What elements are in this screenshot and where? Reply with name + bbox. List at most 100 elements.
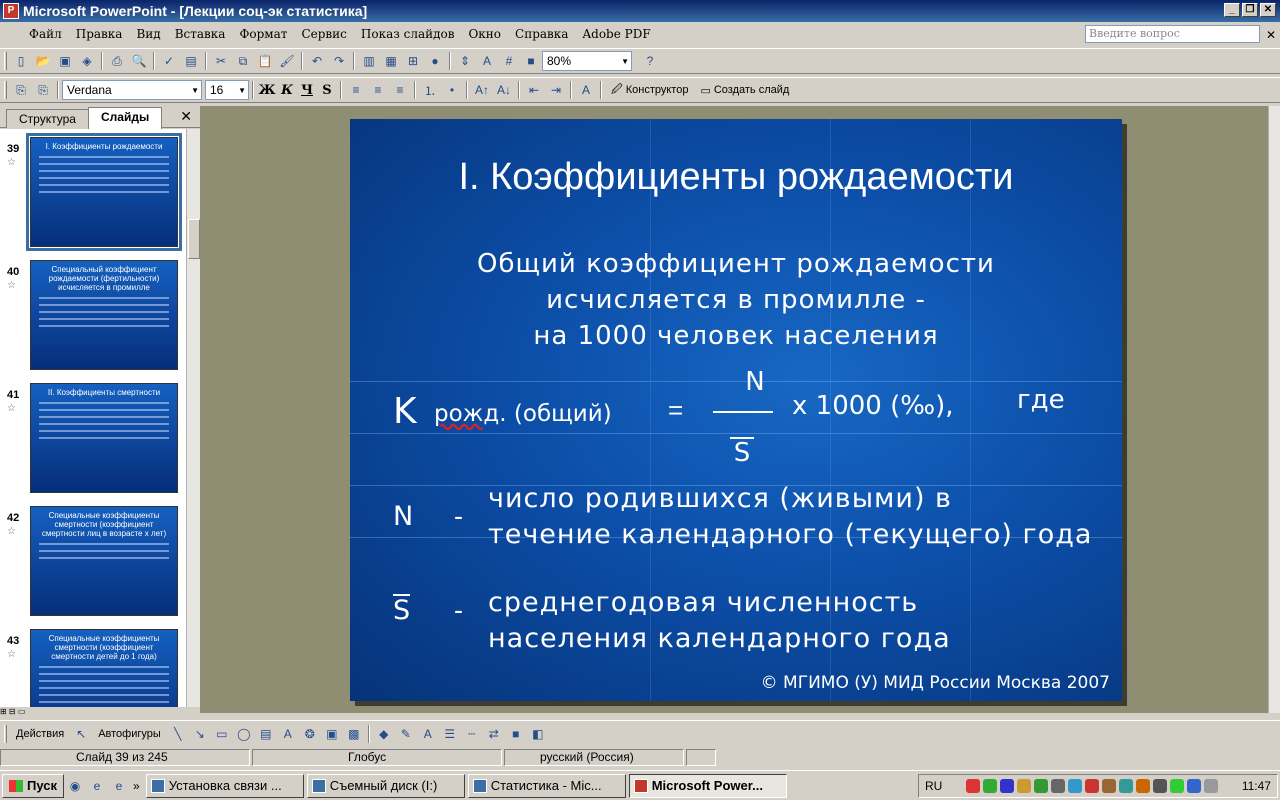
select-pointer-icon[interactable]: ↖ xyxy=(71,724,91,744)
paste-icon[interactable]: 📋 xyxy=(255,51,275,71)
shadow-button[interactable]: S xyxy=(317,83,337,98)
thumbnails-scrollbar[interactable] xyxy=(186,129,200,707)
bold-button[interactable]: Ж xyxy=(257,83,277,98)
actions-menu[interactable]: Действия xyxy=(10,728,70,740)
show-formatting-icon[interactable]: A xyxy=(477,51,497,71)
increase-font-icon[interactable]: A↑ xyxy=(472,80,492,100)
align-right-icon[interactable]: ≡ xyxy=(390,80,410,100)
decrease-font-icon[interactable]: A↓ xyxy=(494,80,514,100)
tab-outline[interactable]: Структура xyxy=(6,109,89,128)
autoshapes-menu[interactable]: Автофигуры xyxy=(92,728,167,740)
line-style-icon[interactable]: ☰ xyxy=(440,724,460,744)
show-grid-icon[interactable]: # xyxy=(499,51,519,71)
print-preview-icon[interactable]: 🔍 xyxy=(129,51,149,71)
line-color-icon[interactable]: ✎ xyxy=(396,724,416,744)
menu-insert[interactable]: Вставка xyxy=(168,27,233,41)
minimize-button[interactable]: _ xyxy=(1224,3,1240,17)
rectangle-icon[interactable]: ▭ xyxy=(212,724,232,744)
menu-format[interactable]: Формат xyxy=(232,27,294,41)
font-color-icon[interactable]: A xyxy=(576,80,596,100)
menu-adobe-pdf[interactable]: Adobe PDF xyxy=(575,27,657,41)
permission-icon[interactable]: ◈ xyxy=(77,51,97,71)
insert-picture-icon[interactable]: ● xyxy=(425,51,445,71)
menu-view[interactable]: Вид xyxy=(129,27,167,41)
tab-slides[interactable]: Слайды xyxy=(88,107,163,129)
italic-button[interactable]: К xyxy=(277,83,297,98)
slide-title[interactable]: I. Коэффициенты рождаемости xyxy=(350,156,1122,199)
increase-indent-icon[interactable]: ⇥ xyxy=(546,80,566,100)
quicklaunch-more-icon[interactable]: » xyxy=(133,779,140,793)
tray-icons[interactable] xyxy=(966,779,1219,793)
editor-scrollbar[interactable] xyxy=(1268,106,1280,713)
close-button[interactable]: ✕ xyxy=(1260,3,1276,17)
slide-canvas[interactable]: I. Коэффициенты рождаемости Общий коэффи… xyxy=(350,119,1122,701)
fill-color-icon[interactable]: ◆ xyxy=(374,724,394,744)
bullets-icon[interactable]: • xyxy=(442,80,462,100)
arrow-style-icon[interactable]: ⇄ xyxy=(484,724,504,744)
doc-close-icon[interactable]: ✕ xyxy=(1266,28,1276,42)
tables-borders-icon[interactable]: ⊞ xyxy=(403,51,423,71)
wordart-icon[interactable]: A xyxy=(278,724,298,744)
task-removable-disk[interactable]: Съемный диск (I:) xyxy=(306,773,465,798)
arrow-icon[interactable]: ↘ xyxy=(190,724,210,744)
thumbnail-40[interactable]: 40 ☆ Специальный коэффициент рождаемости… xyxy=(0,252,186,370)
underline-button[interactable]: Ч xyxy=(297,83,317,98)
designer-button[interactable]: 🖉 Конструктор xyxy=(605,81,694,100)
thumbnail-43[interactable]: 43 ☆ Специальные коэффициенты смертности… xyxy=(0,621,186,707)
cut-icon[interactable]: ✂ xyxy=(211,51,231,71)
thumbnail-39[interactable]: 39 ☆ I. Коэффициенты рождаемости xyxy=(0,129,186,251)
insert-chart-icon[interactable]: ▥ xyxy=(359,51,379,71)
dash-style-icon[interactable]: ┄ xyxy=(462,724,482,744)
undo-icon[interactable]: ↶ xyxy=(307,51,327,71)
format-painter-icon[interactable]: 🖌 xyxy=(277,51,297,71)
numbering-icon[interactable]: ⒈ xyxy=(420,80,440,100)
pane-close-icon[interactable]: ✕ xyxy=(180,108,192,125)
view-buttons[interactable]: ⊞ ⊟ ▭ xyxy=(0,707,200,717)
align-center-icon[interactable]: ≡ xyxy=(368,80,388,100)
slide-subtitle[interactable]: Общий коэффициент рождаемости исчисляетс… xyxy=(350,246,1122,354)
research-icon[interactable]: ▤ xyxy=(181,51,201,71)
menu-window[interactable]: Окно xyxy=(461,27,508,41)
menu-slideshow[interactable]: Показ слайдов xyxy=(354,27,462,41)
diagram-icon[interactable]: ❂ xyxy=(300,724,320,744)
menu-edit[interactable]: Правка xyxy=(69,27,130,41)
task-statistics-word[interactable]: Статистика - Mic... xyxy=(467,773,626,798)
expand-all-icon[interactable]: ⇕ xyxy=(455,51,475,71)
font-color-draw-icon[interactable]: A xyxy=(418,724,438,744)
thumbnail-42[interactable]: 42 ☆ Специальные коэффициенты смертности… xyxy=(0,498,186,616)
open-icon[interactable]: 📂 xyxy=(33,51,53,71)
menu-file[interactable]: Файл xyxy=(22,27,69,41)
spelling-icon[interactable]: ✓ xyxy=(159,51,179,71)
zoom-combo[interactable]: 80% ▼ xyxy=(542,51,632,71)
shadow-icon[interactable]: ■ xyxy=(506,724,526,744)
language-indicator[interactable]: RU xyxy=(925,779,942,793)
textbox-icon[interactable]: ▤ xyxy=(256,724,276,744)
line-icon[interactable]: ╲ xyxy=(168,724,188,744)
quicklaunch-ie-icon[interactable]: e xyxy=(87,776,107,796)
menu-tools[interactable]: Сервис xyxy=(294,27,353,41)
thumbnail-41[interactable]: 41 ☆ II. Коэффициенты смертности xyxy=(0,375,186,493)
font-combo[interactable]: Verdana ▼ xyxy=(62,80,202,100)
help-icon[interactable]: ? xyxy=(640,51,660,71)
task-connection[interactable]: Установка связи ... xyxy=(145,773,304,798)
menu-help[interactable]: Справка xyxy=(508,27,575,41)
task-powerpoint[interactable]: Microsoft Power... xyxy=(628,773,787,798)
maximize-button[interactable]: ❐ xyxy=(1242,3,1258,17)
start-button[interactable]: Пуск xyxy=(2,773,64,798)
3d-icon[interactable]: ◧ xyxy=(528,724,548,744)
oval-icon[interactable]: ◯ xyxy=(234,724,254,744)
clipart-icon[interactable]: ▣ xyxy=(322,724,342,744)
decrease-indent-icon[interactable]: ⇤ xyxy=(524,80,544,100)
quicklaunch-ie2-icon[interactable]: e xyxy=(109,776,129,796)
new-slide-button[interactable]: ▭ Создать слайд xyxy=(694,84,795,97)
save-icon[interactable]: ▣ xyxy=(55,51,75,71)
insert-table-icon[interactable]: ▦ xyxy=(381,51,401,71)
print-icon[interactable]: ⎙ xyxy=(107,51,127,71)
color-grayscale-icon[interactable]: ■ xyxy=(521,51,541,71)
new-icon[interactable]: ▯ xyxy=(11,51,31,71)
align-left-icon[interactable]: ≡ xyxy=(346,80,366,100)
redo-icon[interactable]: ↷ xyxy=(329,51,349,71)
scroll-thumb[interactable] xyxy=(188,219,200,259)
quicklaunch-media-icon[interactable]: ◉ xyxy=(65,776,85,796)
copy-icon[interactable]: ⧉ xyxy=(233,51,253,71)
